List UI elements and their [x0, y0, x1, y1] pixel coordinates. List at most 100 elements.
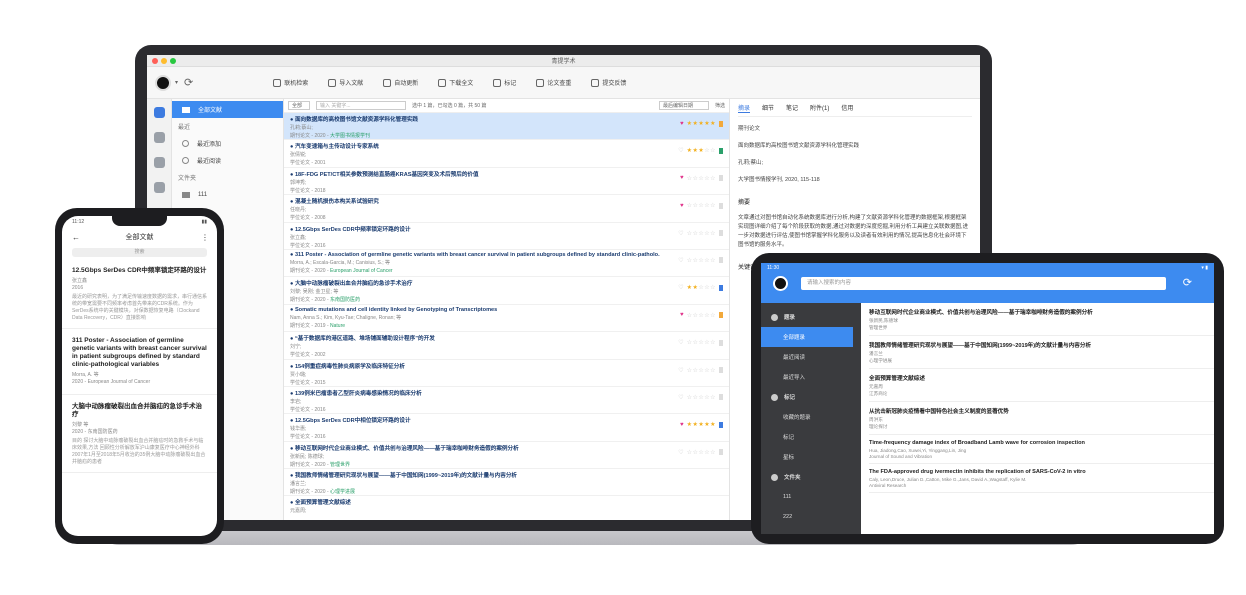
list-item[interactable]: Time-frequency damage index of Broadband… [869, 435, 1214, 464]
table-row[interactable]: ● 139例米巴瘤患者乙型肝炎病毒感染情况的临床分析 李岩; 学位论文 - 20… [284, 387, 729, 415]
tag-icon[interactable] [153, 182, 165, 193]
tablet-folder-2[interactable]: 222 [761, 507, 861, 527]
favorite-heart-icon[interactable]: ♥ [680, 121, 684, 127]
detail-tab[interactable]: 细节 [762, 103, 774, 113]
tablet-item-recent-import[interactable]: 最近导入 [761, 367, 861, 387]
toolbar-button[interactable]: 标记 [493, 78, 516, 87]
table-row[interactable]: ● 12.5Gbps SerDes CDR中频率锁定环路的设计 张立鑫; 学位论… [284, 223, 729, 250]
star-rating[interactable]: ★★★★★ [687, 421, 716, 428]
table-row[interactable]: ● 面向数据库的高校图书馆文献资源学科化管理实践 孔莉;蔡山; 期刊论文 - 2… [284, 113, 729, 141]
star-rating[interactable]: ☆☆☆☆☆ [687, 202, 716, 209]
tablet-item-star[interactable]: 星标 [761, 447, 861, 467]
maximize-window-button[interactable] [170, 58, 176, 64]
tablet-item-recent-read[interactable]: 最近阅读 [761, 347, 861, 367]
back-arrow-icon[interactable]: ← [72, 233, 80, 242]
user-avatar[interactable] [155, 74, 171, 91]
flag-icon[interactable] [719, 421, 723, 428]
flag-icon[interactable] [719, 175, 723, 182]
search-icon[interactable] [153, 157, 165, 168]
flag-icon[interactable] [719, 202, 723, 209]
favorite-heart-icon[interactable]: ♡ [678, 367, 683, 374]
flag-icon[interactable] [719, 394, 723, 401]
minimize-window-button[interactable] [161, 58, 167, 64]
scope-select[interactable]: 全部 [288, 101, 310, 110]
flag-icon[interactable] [719, 339, 723, 346]
tablet-item-mark[interactable]: 标记 [761, 427, 861, 447]
close-window-button[interactable] [152, 58, 158, 64]
tablet-folder-1[interactable]: 111 [761, 487, 861, 507]
table-row[interactable]: ● 311 Poster - Association of germline g… [284, 250, 729, 278]
flag-icon[interactable] [719, 230, 723, 237]
sidebar-item-folder[interactable]: 111 [172, 186, 283, 203]
favorite-heart-icon[interactable]: ♡ [678, 257, 683, 264]
star-rating[interactable]: ★★★★★ [687, 120, 716, 127]
sidebar-item-recent-added[interactable]: 最近添加 [172, 135, 283, 152]
toolbar-button[interactable]: 导入文献 [328, 78, 363, 87]
flag-icon[interactable] [719, 312, 723, 319]
list-item[interactable]: The FDA-approved drug ivermectin inhibit… [869, 464, 1214, 493]
search-input[interactable]: 输入 关键字... [316, 101, 406, 110]
filter-button[interactable]: 筛选 [715, 102, 725, 109]
table-row[interactable]: ● “基于数据库的港区道路、堆场铺面辅助设计程序”的开发 刘宁; 学位论文 - … [284, 332, 729, 360]
favorite-heart-icon[interactable]: ♥ [680, 312, 684, 318]
phone-search-input[interactable]: 搜索 [72, 248, 207, 257]
tablet-search-input[interactable]: 请输入搜索的内容 [801, 277, 1166, 290]
detail-tab[interactable]: 附件(1) [810, 103, 829, 113]
favorite-heart-icon[interactable]: ♥ [680, 175, 684, 181]
list-item[interactable]: 311 Poster - Association of germline gen… [62, 329, 217, 395]
favorite-heart-icon[interactable]: ♡ [678, 449, 683, 456]
library-icon[interactable] [153, 107, 165, 118]
refresh-icon[interactable]: ⟳ [1183, 276, 1192, 289]
table-row[interactable]: ● 18F-FDG PET/CT相关参数预测结直肠癌KRAS基因突变及术后预后的… [284, 168, 729, 196]
table-row[interactable]: ● Somatic mutations and cell identity li… [284, 305, 729, 333]
toolbar-button[interactable]: 下载全文 [438, 78, 473, 87]
star-rating[interactable]: ☆☆☆☆☆ [687, 175, 716, 182]
favorite-heart-icon[interactable]: ♡ [678, 147, 683, 154]
list-item[interactable]: 12.5Gbps SerDes CDR中频率锁定环路的设计 张立鑫 2016 最… [62, 259, 217, 329]
toolbar-button[interactable]: 提交反馈 [591, 78, 626, 87]
flag-icon[interactable] [719, 449, 723, 456]
avatar-dropdown-icon[interactable]: ▾ [175, 79, 178, 86]
star-rating[interactable]: ☆☆☆☆☆ [687, 339, 716, 346]
star-rating[interactable]: ☆☆☆☆☆ [687, 367, 716, 374]
more-icon[interactable]: ⋮ [201, 233, 209, 242]
tablet-folder-3[interactable]: SD [761, 527, 861, 534]
detail-tab[interactable]: 信用 [841, 103, 853, 113]
star-rating[interactable]: ☆☆☆☆☆ [687, 312, 716, 319]
chart-icon[interactable] [153, 132, 165, 143]
flag-icon[interactable] [719, 147, 723, 154]
table-row[interactable]: ● 汽车变速箱与主传动设计专家系统 张倩锐; 学位论文 - 2001 ♡ ★★★☆☆ [284, 140, 729, 168]
table-row[interactable]: ● 154例重症病毒性肺炎病原学及临床特征分析 贾小璐; 学位论文 - 2015… [284, 360, 729, 387]
sidebar-item-all-docs[interactable]: 全部文献 [172, 101, 283, 118]
star-rating[interactable]: ★★☆☆☆ [687, 284, 716, 291]
toolbar-button[interactable]: 自动更新 [383, 78, 418, 87]
favorite-heart-icon[interactable]: ♡ [678, 284, 683, 291]
star-rating[interactable]: ☆☆☆☆☆ [687, 230, 716, 237]
favorite-heart-icon[interactable]: ♥ [680, 422, 684, 428]
sidebar-item-recent-read[interactable]: 最近阅读 [172, 152, 283, 169]
tablet-item-collect[interactable]: 收藏的题录 [761, 407, 861, 427]
flag-icon[interactable] [719, 120, 723, 127]
tablet-avatar[interactable] [773, 276, 788, 291]
sort-select[interactable]: 最后编辑日期 [658, 101, 709, 110]
favorite-heart-icon[interactable]: ♥ [680, 203, 684, 209]
star-rating[interactable]: ☆☆☆☆☆ [687, 257, 716, 264]
table-row[interactable]: ● 大脑中动脉瘤破裂出血合并脑疝的急诊手术治疗 刘黎; 吴刚; 金卫星; 等 期… [284, 277, 729, 305]
table-row[interactable]: ● 全面预算管理文献综述 元嘉周; [284, 496, 729, 520]
toolbar-button[interactable]: 论文查重 [536, 78, 571, 87]
flag-icon[interactable] [719, 367, 723, 374]
list-item[interactable]: 我国教师情绪管理研究现状与展望——基于中国知网(1999~2019年)的文献计量… [869, 336, 1214, 369]
toolbar-button[interactable]: 联机检索 [273, 78, 308, 87]
detail-tab[interactable]: 笔记 [786, 103, 798, 113]
star-rating[interactable]: ☆☆☆☆☆ [687, 394, 716, 401]
tablet-item-all[interactable]: 全部题录 [761, 327, 853, 347]
table-row[interactable]: ● 12.5Gbps SerDes CDR中相位锁定环路的设计 钱华惠; 学位论… [284, 414, 729, 442]
table-row[interactable]: ● 我国教师情绪管理研究现状与展望——基于中国知网(1999~2019年)的文献… [284, 469, 729, 497]
favorite-heart-icon[interactable]: ♡ [678, 230, 683, 237]
star-rating[interactable]: ★★★☆☆ [687, 147, 716, 154]
sync-icon[interactable]: ⟳ [184, 76, 193, 89]
favorite-heart-icon[interactable]: ♡ [678, 339, 683, 346]
flag-icon[interactable] [719, 284, 723, 291]
list-item[interactable]: 大脑中动脉瘤破裂出血合并脑疝的急诊手术治疗 刘黎 等 2020 - 东南国防医药… [62, 395, 217, 473]
table-row[interactable]: ● 混凝土随机损伤本构关系试验研究 任晓丹; 学位论文 - 2008 ♥ ☆☆☆☆☆ [284, 195, 729, 223]
